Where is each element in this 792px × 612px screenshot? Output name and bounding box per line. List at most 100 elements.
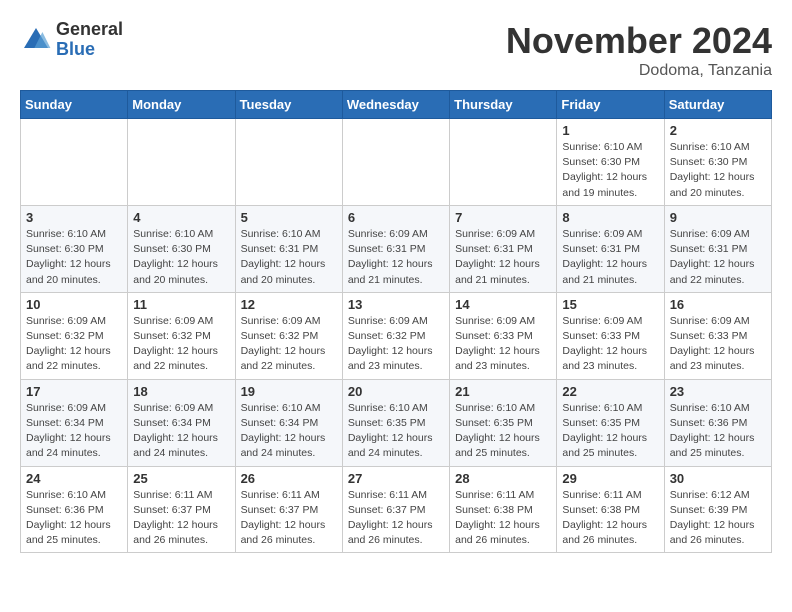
day-info: Sunrise: 6:09 AM Sunset: 6:32 PM Dayligh… <box>26 314 122 375</box>
day-info: Sunrise: 6:10 AM Sunset: 6:30 PM Dayligh… <box>133 227 229 288</box>
day-cell-16: 16 Sunrise: 6:09 AM Sunset: 6:33 PM Dayli… <box>664 292 771 379</box>
week-row-4: 17Sunrise: 6:09 AM Sunset: 6:34 PM Dayli… <box>21 379 772 466</box>
day-info: Sunrise: 6:09 AM Sunset: 6:32 PM Dayligh… <box>348 314 444 375</box>
day-cell-7: 7 Sunrise: 6:09 AM Sunset: 6:31 PM Daylig… <box>450 205 557 292</box>
day-info: Sunrise: 6:11 AM Sunset: 6:38 PM Dayligh… <box>562 488 658 549</box>
day-headers-row: SundayMondayTuesdayWednesdayThursdayFrid… <box>21 91 772 119</box>
day-number: 27 <box>348 471 444 486</box>
day-cell-25: 25 Sunrise: 6:11 AM Sunset: 6:37 PM Dayli… <box>128 466 235 553</box>
day-cell-28: 28Sunrise: 6:11 AM Sunset: 6:38 PM Dayli… <box>450 466 557 553</box>
day-number: 21 <box>455 384 551 399</box>
month-title: November 2024 <box>506 20 772 62</box>
day-info: Sunrise: 6:09 AM Sunset: 6:31 PM Dayligh… <box>562 227 658 288</box>
day-cell-10: 10 Sunrise: 6:09 AM Sunset: 6:32 PM Dayli… <box>21 292 128 379</box>
logo-general-text: General <box>56 20 123 40</box>
day-header-sunday: Sunday <box>21 91 128 119</box>
day-header-wednesday: Wednesday <box>342 91 449 119</box>
day-cell-13: 13Sunrise: 6:09 AM Sunset: 6:32 PM Dayli… <box>342 292 449 379</box>
day-info: Sunrise: 6:09 AM Sunset: 6:34 PM Dayligh… <box>26 401 122 462</box>
day-info: Sunrise: 6:11 AM Sunset: 6:37 PM Dayligh… <box>348 488 444 549</box>
title-section: November 2024 Dodoma, Tanzania <box>506 20 772 80</box>
day-number: 15 <box>562 297 658 312</box>
day-info: Sunrise: 6:10 AM Sunset: 6:35 PM Dayligh… <box>455 401 551 462</box>
day-number: 29 <box>562 471 658 486</box>
week-row-2: 3Sunrise: 6:10 AM Sunset: 6:30 PM Daylig… <box>21 205 772 292</box>
day-info: Sunrise: 6:11 AM Sunset: 6:38 PM Dayligh… <box>455 488 551 549</box>
day-info: Sunrise: 6:11 AM Sunset: 6:37 PM Dayligh… <box>133 488 229 549</box>
day-number: 8 <box>562 210 658 225</box>
day-cell-2: 2 Sunrise: 6:10 AM Sunset: 6:30 PM Daylig… <box>664 119 771 206</box>
day-cell-5: 5 Sunrise: 6:10 AM Sunset: 6:31 PM Daylig… <box>235 205 342 292</box>
day-info: Sunrise: 6:09 AM Sunset: 6:31 PM Dayligh… <box>455 227 551 288</box>
day-number: 18 <box>133 384 229 399</box>
day-number: 10 <box>26 297 122 312</box>
day-cell-6: 6Sunrise: 6:09 AM Sunset: 6:31 PM Daylig… <box>342 205 449 292</box>
day-number: 25 <box>133 471 229 486</box>
day-number: 7 <box>455 210 551 225</box>
day-cell-23: 23 Sunrise: 6:10 AM Sunset: 6:36 PM Dayli… <box>664 379 771 466</box>
day-number: 12 <box>241 297 337 312</box>
day-number: 16 <box>670 297 766 312</box>
empty-cell <box>21 119 128 206</box>
week-row-1: 1 Sunrise: 6:10 AM Sunset: 6:30 PM Daylig… <box>21 119 772 206</box>
day-info: Sunrise: 6:10 AM Sunset: 6:35 PM Dayligh… <box>562 401 658 462</box>
day-number: 1 <box>562 123 658 138</box>
day-info: Sunrise: 6:09 AM Sunset: 6:33 PM Dayligh… <box>670 314 766 375</box>
day-cell-12: 12 Sunrise: 6:09 AM Sunset: 6:32 PM Dayli… <box>235 292 342 379</box>
day-info: Sunrise: 6:10 AM Sunset: 6:35 PM Dayligh… <box>348 401 444 462</box>
day-info: Sunrise: 6:09 AM Sunset: 6:32 PM Dayligh… <box>241 314 337 375</box>
day-header-thursday: Thursday <box>450 91 557 119</box>
day-number: 2 <box>670 123 766 138</box>
empty-cell <box>235 119 342 206</box>
day-header-monday: Monday <box>128 91 235 119</box>
day-header-friday: Friday <box>557 91 664 119</box>
empty-cell <box>450 119 557 206</box>
day-cell-18: 18 Sunrise: 6:09 AM Sunset: 6:34 PM Dayli… <box>128 379 235 466</box>
day-cell-22: 22 Sunrise: 6:10 AM Sunset: 6:35 PM Dayli… <box>557 379 664 466</box>
logo-blue-text: Blue <box>56 40 123 60</box>
day-info: Sunrise: 6:10 AM Sunset: 6:31 PM Dayligh… <box>241 227 337 288</box>
day-number: 4 <box>133 210 229 225</box>
day-cell-15: 15Sunrise: 6:09 AM Sunset: 6:33 PM Dayli… <box>557 292 664 379</box>
week-row-3: 10 Sunrise: 6:09 AM Sunset: 6:32 PM Dayli… <box>21 292 772 379</box>
day-number: 23 <box>670 384 766 399</box>
day-cell-8: 8 Sunrise: 6:09 AM Sunset: 6:31 PM Daylig… <box>557 205 664 292</box>
page-header: General Blue November 2024 Dodoma, Tanza… <box>20 20 772 80</box>
empty-cell <box>342 119 449 206</box>
day-header-saturday: Saturday <box>664 91 771 119</box>
day-info: Sunrise: 6:09 AM Sunset: 6:33 PM Dayligh… <box>455 314 551 375</box>
day-info: Sunrise: 6:10 AM Sunset: 6:34 PM Dayligh… <box>241 401 337 462</box>
day-number: 6 <box>348 210 444 225</box>
logo-icon <box>20 24 52 56</box>
day-number: 5 <box>241 210 337 225</box>
day-cell-24: 24Sunrise: 6:10 AM Sunset: 6:36 PM Dayli… <box>21 466 128 553</box>
day-cell-3: 3Sunrise: 6:10 AM Sunset: 6:30 PM Daylig… <box>21 205 128 292</box>
day-number: 26 <box>241 471 337 486</box>
day-cell-30: 30Sunrise: 6:12 AM Sunset: 6:39 PM Dayli… <box>664 466 771 553</box>
day-number: 22 <box>562 384 658 399</box>
week-row-5: 24Sunrise: 6:10 AM Sunset: 6:36 PM Dayli… <box>21 466 772 553</box>
day-cell-27: 27 Sunrise: 6:11 AM Sunset: 6:37 PM Dayli… <box>342 466 449 553</box>
day-number: 14 <box>455 297 551 312</box>
day-cell-11: 11Sunrise: 6:09 AM Sunset: 6:32 PM Dayli… <box>128 292 235 379</box>
day-cell-20: 20Sunrise: 6:10 AM Sunset: 6:35 PM Dayli… <box>342 379 449 466</box>
day-cell-21: 21 Sunrise: 6:10 AM Sunset: 6:35 PM Dayli… <box>450 379 557 466</box>
calendar-header: SundayMondayTuesdayWednesdayThursdayFrid… <box>21 91 772 119</box>
day-cell-29: 29 Sunrise: 6:11 AM Sunset: 6:38 PM Dayli… <box>557 466 664 553</box>
day-info: Sunrise: 6:10 AM Sunset: 6:36 PM Dayligh… <box>670 401 766 462</box>
day-cell-19: 19 Sunrise: 6:10 AM Sunset: 6:34 PM Dayli… <box>235 379 342 466</box>
day-cell-17: 17Sunrise: 6:09 AM Sunset: 6:34 PM Dayli… <box>21 379 128 466</box>
day-number: 19 <box>241 384 337 399</box>
logo: General Blue <box>20 20 123 60</box>
day-info: Sunrise: 6:11 AM Sunset: 6:37 PM Dayligh… <box>241 488 337 549</box>
empty-cell <box>128 119 235 206</box>
day-number: 9 <box>670 210 766 225</box>
day-cell-1: 1 Sunrise: 6:10 AM Sunset: 6:30 PM Daylig… <box>557 119 664 206</box>
day-info: Sunrise: 6:10 AM Sunset: 6:30 PM Dayligh… <box>670 140 766 201</box>
day-info: Sunrise: 6:10 AM Sunset: 6:30 PM Dayligh… <box>26 227 122 288</box>
day-cell-4: 4 Sunrise: 6:10 AM Sunset: 6:30 PM Daylig… <box>128 205 235 292</box>
day-info: Sunrise: 6:10 AM Sunset: 6:30 PM Dayligh… <box>562 140 658 201</box>
day-number: 24 <box>26 471 122 486</box>
day-info: Sunrise: 6:09 AM Sunset: 6:34 PM Dayligh… <box>133 401 229 462</box>
day-cell-9: 9Sunrise: 6:09 AM Sunset: 6:31 PM Daylig… <box>664 205 771 292</box>
